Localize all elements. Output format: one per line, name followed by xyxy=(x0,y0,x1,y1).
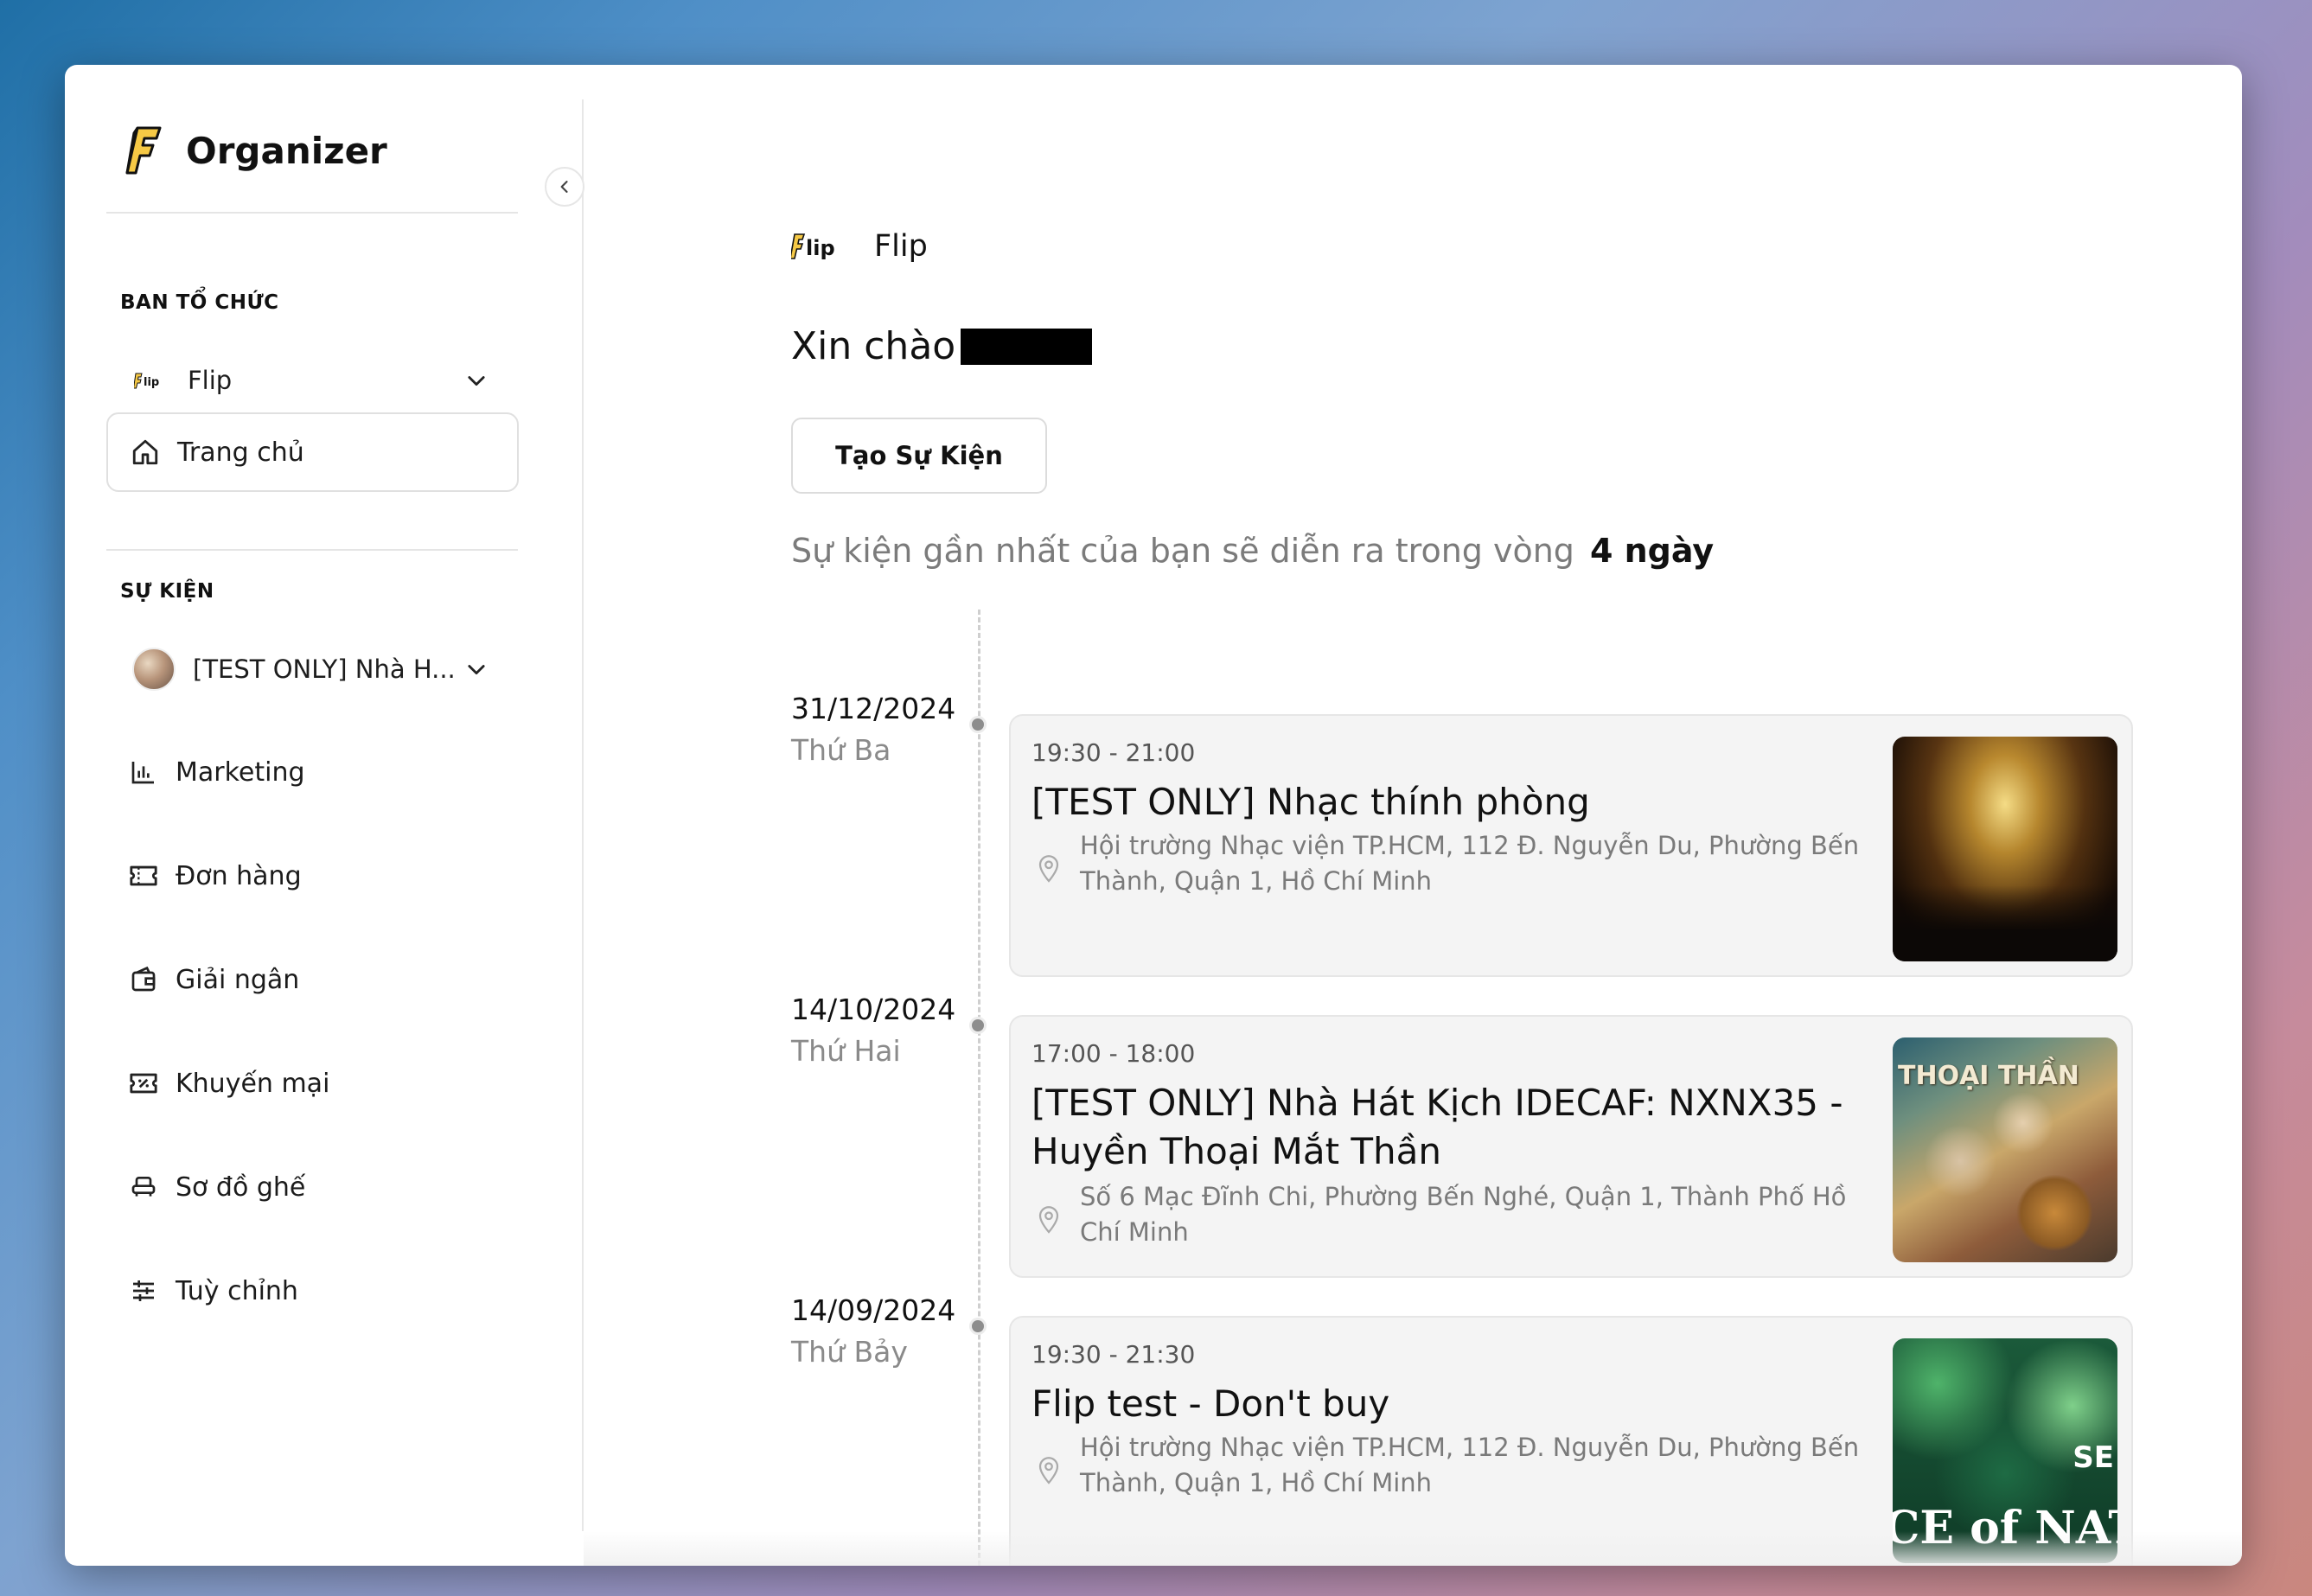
nav-payouts[interactable]: Giải ngân xyxy=(106,945,518,1014)
nav-marketing-label: Marketing xyxy=(176,757,305,788)
poster-text: SE xyxy=(2072,1440,2114,1475)
event-title: [TEST ONLY] Nhạc thính phòng xyxy=(1031,781,1590,823)
chevron-down-icon xyxy=(461,654,492,685)
event-thumbnail: SE CE of NAT xyxy=(1893,1338,2117,1563)
events-section-label: SỰ KIỆN xyxy=(120,580,214,603)
org-selector-value: Flip xyxy=(188,366,233,395)
upcoming-days: 4 ngày xyxy=(1589,532,1715,570)
event-thumbnail: THOẠI THẦN xyxy=(1893,1037,2117,1262)
nav-promotions-label: Khuyến mại xyxy=(176,1068,330,1099)
coupon-icon xyxy=(127,1067,160,1100)
bar-chart-icon xyxy=(127,756,160,788)
event-item: 14/09/2024 Thứ Bảy 19:30 - 21:30 Flip te… xyxy=(791,1252,2157,1566)
upcoming-notice: Sự kiện gần nhất của bạn sẽ diễn ra tron… xyxy=(791,532,1714,570)
event-time: 19:30 - 21:30 xyxy=(1031,1340,1196,1369)
event-date: 14/10/2024 xyxy=(791,993,956,1026)
sidebar-divider xyxy=(106,212,518,214)
org-header: lip Flip xyxy=(791,229,928,264)
svg-text:lip: lip xyxy=(806,236,835,260)
event-title: Flip test - Don't buy xyxy=(1031,1382,1390,1425)
event-address: Hội trường Nhạc viện TP.HCM, 112 Đ. Nguy… xyxy=(1080,1433,1860,1497)
collapse-sidebar-button[interactable] xyxy=(545,167,584,207)
greeting: Xin chào xyxy=(791,324,1093,368)
event-selector[interactable]: [TEST ONLY] Nhà H... xyxy=(106,630,518,708)
nav-promotions[interactable]: Khuyến mại xyxy=(106,1049,518,1118)
create-event-button[interactable]: Tạo Sự Kiện xyxy=(791,418,1047,494)
event-item: 14/10/2024 Thứ Hai 17:00 - 18:00 [TEST O… xyxy=(791,951,2157,1278)
event-title: [TEST ONLY] Nhà Hát Kịch IDECAF: NXNX35 … xyxy=(1031,1082,1843,1172)
nav-marketing[interactable]: Marketing xyxy=(106,737,518,807)
location-pin-icon xyxy=(1031,1452,1066,1487)
event-card[interactable]: 19:30 - 21:30 Flip test - Don't buy Hội … xyxy=(1009,1316,2133,1566)
greeting-text: Xin chào xyxy=(791,324,956,368)
org-section-label: BAN TỔ CHỨC xyxy=(120,291,279,314)
poster-text: THOẠI THẦN xyxy=(1898,1061,2079,1091)
brand-title: Organizer xyxy=(186,129,387,172)
timeline-dot xyxy=(969,716,987,733)
event-date: 14/09/2024 xyxy=(791,1293,956,1327)
brand[interactable]: Organizer xyxy=(125,120,387,181)
event-weekday: Thứ Bảy xyxy=(791,1335,908,1369)
nav-customize-label: Tuỳ chỉnh xyxy=(176,1275,298,1306)
event-weekday: Thứ Ba xyxy=(791,733,891,767)
wallet-icon xyxy=(127,963,160,996)
timeline-dot xyxy=(969,1318,987,1335)
event-selector-value: [TEST ONLY] Nhà H... xyxy=(193,654,456,684)
event-thumbnail xyxy=(1893,737,2117,961)
redacted-username xyxy=(961,328,1093,365)
flip-org-logo-icon: lip xyxy=(132,367,170,393)
nav-orders-label: Đơn hàng xyxy=(176,860,302,891)
flip-logo-icon xyxy=(125,126,162,175)
event-location: Hội trường Nhạc viện TP.HCM, 112 Đ. Nguy… xyxy=(1031,1430,1862,1501)
event-location: Hội trường Nhạc viện TP.HCM, 112 Đ. Nguy… xyxy=(1031,828,1862,899)
nav-customize[interactable]: Tuỳ chỉnh xyxy=(106,1256,518,1325)
event-time: 17:00 - 18:00 xyxy=(1031,1039,1196,1068)
nav-seat-map-label: Sơ đồ ghế xyxy=(176,1171,306,1203)
seat-icon xyxy=(127,1171,160,1203)
chevron-down-icon xyxy=(461,365,492,396)
event-address: Hội trường Nhạc viện TP.HCM, 112 Đ. Nguy… xyxy=(1080,831,1860,896)
event-location: Số 6 Mạc Đĩnh Chi, Phường Bến Nghé, Quận… xyxy=(1031,1179,1862,1250)
home-icon xyxy=(129,436,162,469)
event-card[interactable]: 19:30 - 21:00 [TEST ONLY] Nhạc thính phò… xyxy=(1009,714,2133,977)
main-content: lip Flip Xin chào Tạo Sự Kiện Sự kiện gầ… xyxy=(584,65,2242,1566)
location-pin-icon xyxy=(1031,851,1066,885)
upcoming-text: Sự kiện gần nhất của bạn sẽ diễn ra tron… xyxy=(791,532,1574,570)
sidebar: Organizer BAN TỔ CHỨC lip Flip Trang chủ xyxy=(106,99,584,1531)
sidebar-divider xyxy=(106,549,518,551)
svg-text:lip: lip xyxy=(144,376,159,389)
event-card[interactable]: 17:00 - 18:00 [TEST ONLY] Nhà Hát Kịch I… xyxy=(1009,1015,2133,1278)
timeline-dot xyxy=(969,1017,987,1034)
event-date: 31/12/2024 xyxy=(791,692,956,725)
nav-home-label: Trang chủ xyxy=(177,437,304,468)
nav-orders[interactable]: Đơn hàng xyxy=(106,841,518,910)
chevron-left-icon xyxy=(560,181,568,193)
event-avatar xyxy=(132,648,176,691)
sliders-icon xyxy=(127,1274,160,1307)
event-item: 31/12/2024 Thứ Ba 19:30 - 21:00 [TEST ON… xyxy=(791,650,2157,977)
event-weekday: Thứ Hai xyxy=(791,1034,901,1068)
scroll-fade xyxy=(584,1531,2242,1566)
event-time: 19:30 - 21:00 xyxy=(1031,738,1196,767)
event-address: Số 6 Mạc Đĩnh Chi, Phường Bến Nghé, Quận… xyxy=(1080,1182,1847,1247)
org-selector[interactable]: lip Flip xyxy=(106,342,518,419)
location-pin-icon xyxy=(1031,1202,1066,1236)
nav-home[interactable]: Trang chủ xyxy=(106,412,519,492)
org-header-name: Flip xyxy=(874,229,928,264)
flip-org-logo-icon: lip xyxy=(791,233,835,260)
nav-payouts-label: Giải ngân xyxy=(176,964,300,995)
app-window: Organizer BAN TỔ CHỨC lip Flip Trang chủ xyxy=(65,65,2242,1566)
nav-seat-map[interactable]: Sơ đồ ghế xyxy=(106,1152,518,1222)
ticket-icon xyxy=(127,859,160,892)
